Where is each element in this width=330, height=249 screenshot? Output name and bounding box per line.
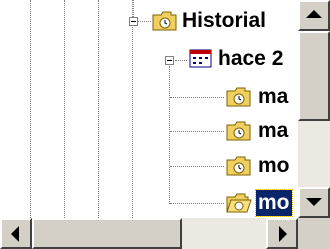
tree-guide-line	[170, 131, 224, 132]
tree-node-label[interactable]: Historial	[180, 8, 268, 34]
scroll-right-button[interactable]	[266, 218, 298, 249]
tree-guide-line	[175, 60, 187, 61]
tree-node-label[interactable]: hace 2	[216, 46, 285, 72]
tree-guide-line	[132, 25, 133, 218]
history-tree[interactable]: Historial hace 2 ma ma mo mo	[0, 0, 298, 218]
folder-icon	[152, 11, 177, 31]
tree-view-panel: Historial hace 2 ma ma mo mo	[0, 0, 330, 249]
horizontal-scroll-thumb[interactable]	[32, 218, 182, 249]
tree-node-label[interactable]: ma	[256, 84, 290, 110]
up-arrow-icon	[306, 10, 322, 18]
tree-node-label[interactable]: ma	[256, 118, 290, 144]
tree-guide-line	[98, 0, 99, 218]
vertical-scroll-thumb[interactable]	[298, 31, 330, 121]
collapse-toggle[interactable]	[129, 17, 138, 26]
collapse-toggle[interactable]	[165, 56, 174, 65]
open-folder-icon	[226, 193, 252, 213]
vertical-scrollbar[interactable]	[298, 0, 330, 218]
tree-guide-line	[133, 0, 134, 17]
scroll-left-button[interactable]	[0, 218, 32, 249]
tree-node-label[interactable]: mo	[256, 153, 292, 179]
folder-icon	[226, 87, 251, 107]
tree-guide-line	[169, 66, 170, 204]
right-arrow-icon	[279, 226, 287, 242]
tree-guide-line	[30, 0, 31, 218]
tree-guide-line	[170, 203, 224, 204]
scroll-down-button[interactable]	[298, 187, 330, 218]
horizontal-scrollbar[interactable]	[0, 218, 298, 249]
scroll-up-button[interactable]	[298, 0, 330, 31]
tree-node-label-selected[interactable]: mo	[255, 189, 293, 217]
calendar-icon	[189, 49, 212, 68]
down-arrow-icon	[306, 198, 322, 206]
scrollbar-corner	[298, 218, 330, 249]
folder-icon	[226, 121, 251, 141]
tree-guide-line	[170, 97, 224, 98]
folder-icon	[226, 156, 251, 176]
tree-guide-line	[170, 166, 224, 167]
left-arrow-icon	[11, 226, 19, 242]
tree-guide-line	[137, 21, 151, 22]
tree-guide-line	[64, 0, 65, 218]
